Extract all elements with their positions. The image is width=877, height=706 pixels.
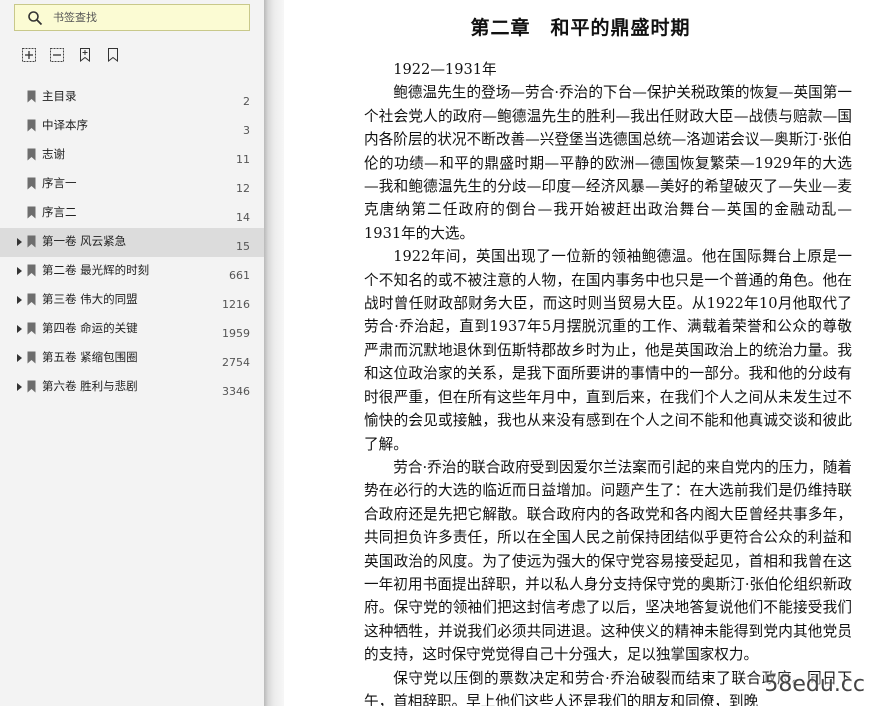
bookmark-label: 第六卷 胜利与悲剧: [42, 379, 138, 393]
expand-all-icon[interactable]: [22, 48, 36, 62]
watermark-text: 58edu.cc: [764, 672, 865, 697]
bookmark-page-number: 1216: [222, 298, 250, 311]
bookmark-page-number: 11: [236, 153, 250, 166]
bookmark-page-number: 2: [243, 95, 250, 108]
page-body: 1922—1931年 鲍德温先生的登场—劳合·乔治的下台—保护关税政策的恢复—英…: [364, 58, 852, 706]
bookmark-toolbar: [22, 48, 120, 64]
search-icon: [28, 10, 43, 25]
bookmark-search-input[interactable]: [51, 10, 245, 25]
collapse-all-icon[interactable]: [50, 48, 64, 62]
bookmark-page-number: 14: [236, 211, 250, 224]
bookmark-icon: [27, 293, 36, 306]
bookmark-icon: [27, 235, 36, 248]
bookmark-page-number: 3346: [222, 385, 250, 398]
expand-arrow-icon[interactable]: [17, 325, 22, 333]
bookmark-label: 主目录: [42, 89, 77, 103]
bookmark-icon: [27, 119, 36, 132]
bookmark-label: 序言一: [42, 176, 77, 190]
bookmark-label: 第五卷 紧缩包围圈: [42, 350, 138, 364]
body-paragraph: 1922年间，英国出现了一位新的领袖鲍德温。他在国际舞台上原是一个不知名的或不被…: [364, 248, 852, 453]
expand-arrow-icon[interactable]: [17, 383, 22, 391]
bookmark-item[interactable]: 中译本序 3: [0, 112, 264, 141]
bookmark-icon: [27, 264, 36, 277]
bookmark-icon[interactable]: [106, 48, 120, 62]
expand-arrow-icon[interactable]: [17, 354, 22, 362]
expand-arrow-icon[interactable]: [17, 267, 22, 275]
body-paragraph: 劳合·乔治的联合政府受到因爱尔兰法案而引起的来自党内的压力，随着势在必行的大选的…: [364, 458, 852, 664]
bookmark-item[interactable]: 第一卷 风云紧急 15: [0, 228, 264, 257]
bookmark-page-number: 1959: [222, 327, 250, 340]
panel-splitter[interactable]: [264, 0, 284, 706]
document-page: 第二章 和平的鼎盛时期 1922—1931年 鲍德温先生的登场—劳合·乔治的下台…: [284, 0, 877, 706]
chapter-title: 第二章 和平的鼎盛时期: [470, 17, 691, 39]
bookmark-label: 第四卷 命运的关键: [42, 321, 138, 335]
bookmark-icon: [27, 206, 36, 219]
add-bookmark-icon[interactable]: [78, 48, 92, 62]
bookmark-icon: [27, 90, 36, 103]
bookmark-item[interactable]: 第二卷 最光辉的时刻 661: [0, 257, 264, 286]
bookmark-page-number: 12: [236, 182, 250, 195]
bookmark-icon: [27, 148, 36, 161]
bookmark-icon: [27, 177, 36, 190]
bookmark-tree: 主目录 2 中译本序 3 志谢 11 序言一 12 序言二 14 第一卷 风云紧急 15 第二卷 最光辉…: [0, 83, 264, 402]
bookmark-panel: 主目录 2 中译本序 3 志谢 11 序言一 12 序言二 14 第一卷 风云紧急 15 第二卷 最光辉…: [0, 0, 264, 706]
bookmark-label: 志谢: [42, 147, 65, 161]
expand-arrow-icon[interactable]: [17, 238, 22, 246]
bookmark-label: 序言二: [42, 205, 77, 219]
bookmark-item[interactable]: 第四卷 命运的关键 1959: [0, 315, 264, 344]
bookmark-icon: [27, 351, 36, 364]
chapter-summary: 鲍德温先生的登场—劳合·乔治的下台—保护关税政策的恢复—英国第一个社会党人的政府…: [364, 84, 852, 242]
bookmark-item[interactable]: 志谢 11: [0, 141, 264, 170]
bookmark-label: 第二卷 最光辉的时刻: [42, 263, 150, 277]
bookmark-label: 第一卷 风云紧急: [42, 234, 127, 248]
bookmark-icon: [27, 380, 36, 393]
bookmark-search-box[interactable]: [14, 4, 250, 31]
bookmark-page-number: 15: [236, 240, 250, 253]
bookmark-item[interactable]: 第三卷 伟大的同盟 1216: [0, 286, 264, 315]
bookmark-label: 中译本序: [42, 118, 88, 132]
bookmark-label: 第三卷 伟大的同盟: [42, 292, 138, 306]
bookmark-page-number: 2754: [222, 356, 250, 369]
bookmark-item[interactable]: 第五卷 紧缩包围圈 2754: [0, 344, 264, 373]
expand-arrow-icon[interactable]: [17, 296, 22, 304]
bookmark-icon: [27, 322, 36, 335]
bookmark-page-number: 3: [243, 124, 250, 137]
bookmark-page-number: 661: [229, 269, 250, 282]
chapter-years: 1922—1931年: [393, 61, 497, 78]
bookmark-item[interactable]: 序言二 14: [0, 199, 264, 228]
bookmark-item[interactable]: 序言一 12: [0, 170, 264, 199]
bookmark-item[interactable]: 第六卷 胜利与悲剧 3346: [0, 373, 264, 402]
bookmark-item[interactable]: 主目录 2: [0, 83, 264, 112]
